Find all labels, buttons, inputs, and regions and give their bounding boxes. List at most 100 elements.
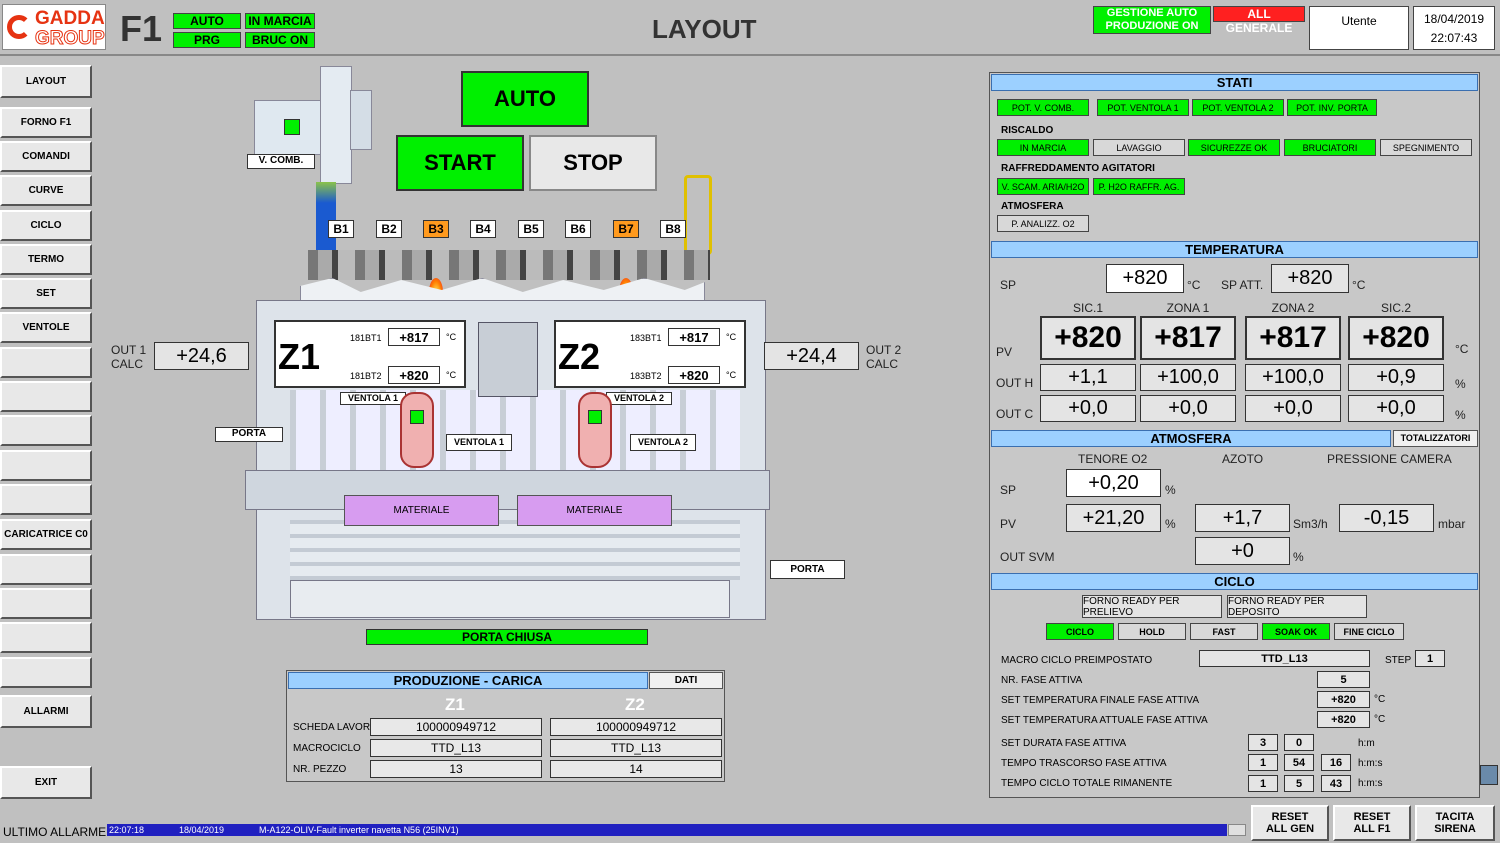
ventola1-tag: VENTOLA 1 bbox=[446, 434, 512, 451]
ciclo-tr-s: 16 bbox=[1321, 754, 1351, 771]
ciclo-tab-hold[interactable]: HOLD bbox=[1118, 623, 1186, 640]
atm-sp-label: SP bbox=[1000, 483, 1017, 497]
porta-right-button[interactable]: PORTA bbox=[770, 560, 845, 579]
gas-valve-graphic bbox=[684, 175, 712, 255]
raffr-item-1: P. H2O RAFFR. AG. bbox=[1093, 178, 1185, 195]
prod-row-label: SCHEDA LAVORO bbox=[293, 722, 378, 733]
user-field[interactable]: Utente bbox=[1309, 6, 1409, 50]
riscaldo-item-3: BRUCIATORI bbox=[1284, 139, 1376, 156]
ciclo-setatt-value: +820 bbox=[1317, 711, 1370, 728]
sidebar-item-empty-14[interactable] bbox=[0, 554, 92, 585]
atm-sp-o2[interactable]: +0,20 bbox=[1066, 469, 1161, 497]
datetime-box: 18/04/2019 22:07:43 bbox=[1413, 6, 1495, 50]
sidebar-item-empty-9[interactable] bbox=[0, 381, 92, 412]
sidebar-item-allarmi[interactable]: ALLARMI bbox=[0, 695, 92, 728]
totalizzatori-button[interactable]: TOTALIZZATORI bbox=[1393, 430, 1478, 447]
ciclo-tab-soak-ok[interactable]: SOAK OK bbox=[1262, 623, 1330, 640]
status-in-marcia: IN MARCIA bbox=[245, 13, 315, 29]
ciclo-label-setfin: SET TEMPERATURA FINALE FASE ATTIVA bbox=[1001, 695, 1200, 706]
sidebar-item-curve[interactable]: CURVE bbox=[0, 175, 92, 206]
zone1-t1-unit: °C bbox=[446, 332, 457, 342]
forno-ready-deposito: FORNO READY PER DEPOSITO bbox=[1227, 595, 1367, 618]
tacita-sirena-button[interactable]: TACITA SIRENA bbox=[1415, 805, 1495, 841]
stop-button[interactable]: STOP bbox=[529, 135, 657, 191]
temp-col-2: ZONA 2 bbox=[1271, 301, 1315, 315]
temp-sp-value[interactable]: +820 bbox=[1106, 264, 1184, 293]
ciclo-tab-fast[interactable]: FAST bbox=[1190, 623, 1258, 640]
burner-b4[interactable]: B4 bbox=[470, 220, 496, 238]
scroll-handle-icon[interactable] bbox=[1480, 765, 1498, 785]
ciclo-label-rim: TEMPO CICLO TOTALE RIMANENTE bbox=[1001, 778, 1173, 789]
zone2-t1-unit: °C bbox=[726, 332, 737, 342]
burner-b3[interactable]: B3 bbox=[423, 220, 449, 238]
auto-button[interactable]: AUTO bbox=[461, 71, 589, 127]
zone1-t2-label: 181BT2 bbox=[350, 371, 382, 381]
zone1-t1-label: 181BT1 bbox=[350, 333, 382, 343]
sidebar-item-termo[interactable]: TERMO bbox=[0, 244, 92, 275]
burner-b7[interactable]: B7 bbox=[613, 220, 639, 238]
time-text: 22:07:43 bbox=[1430, 31, 1478, 45]
atm-pv-azoto: +1,7 bbox=[1195, 504, 1290, 532]
atm-sp-pct: % bbox=[1165, 483, 1176, 497]
reset-all-f1-button[interactable]: RESET ALL F1 bbox=[1333, 805, 1411, 841]
prod-row-label: MACROCICLO bbox=[293, 743, 361, 754]
sidebar-item-empty-12[interactable] bbox=[0, 484, 92, 515]
logo-text-bottom: GROUP bbox=[35, 28, 106, 50]
produzione-title: PRODUZIONE - CARICA bbox=[288, 672, 648, 689]
ventola1-graphic[interactable] bbox=[400, 392, 434, 468]
burner-b2[interactable]: B2 bbox=[376, 220, 402, 238]
atmosfera-title: ATMOSFERA bbox=[991, 430, 1391, 447]
stati-title: STATI bbox=[991, 74, 1478, 91]
dati-button[interactable]: DATI bbox=[649, 672, 723, 689]
atm-col-azoto: AZOTO bbox=[1222, 452, 1264, 466]
ciclo-setfin-unit: °C bbox=[1374, 694, 1386, 705]
sidebar-item-exit[interactable]: EXIT bbox=[0, 766, 92, 799]
alarm-bar[interactable]: 22:07:18 18/04/2019 M-A122-OLIV-Fault in… bbox=[107, 824, 1227, 836]
temp-col-3: SIC.2 bbox=[1380, 301, 1411, 315]
ventola2-graphic[interactable] bbox=[578, 392, 612, 468]
ciclo-label-tr: TEMPO TRASCORSO FASE ATTIVA bbox=[1001, 758, 1167, 769]
ventola1-status-led bbox=[410, 410, 424, 424]
forno-ready-prelievo: FORNO READY PER PRELIEVO bbox=[1082, 595, 1222, 618]
ciclo-setfin-value: +820 bbox=[1317, 691, 1370, 708]
ciclo-label-macro: MACRO CICLO PREIMPOSTATO bbox=[1001, 655, 1153, 666]
burner-b5[interactable]: B5 bbox=[518, 220, 544, 238]
sidebar-item-set[interactable]: SET bbox=[0, 278, 92, 309]
zone1-t1-value: +817 bbox=[388, 328, 440, 346]
burner-b6[interactable]: B6 bbox=[565, 220, 591, 238]
sidebar-item-ventole[interactable]: VENTOLE bbox=[0, 312, 92, 343]
sidebar-item-forno-f1[interactable]: FORNO F1 bbox=[0, 107, 92, 138]
out1-label: OUT 1 CALC bbox=[111, 343, 146, 371]
prod-z1-header: Z1 bbox=[445, 695, 465, 714]
out1-value: +24,6 bbox=[154, 342, 249, 370]
ciclo-dur-h: 3 bbox=[1248, 734, 1278, 751]
ciclo-title: CICLO bbox=[991, 573, 1478, 590]
start-button[interactable]: START bbox=[396, 135, 524, 191]
temperatura-title: TEMPERATURA bbox=[991, 241, 1478, 258]
atm-col-o2: TENORE O2 bbox=[1078, 452, 1148, 466]
sidebar-item-empty-8[interactable] bbox=[0, 347, 92, 378]
sidebar-item-empty-17[interactable] bbox=[0, 657, 92, 688]
prod-row-z2: 14 bbox=[550, 760, 722, 778]
porta-left-button[interactable]: PORTA bbox=[215, 427, 283, 442]
ciclo-tr-unit: h:m:s bbox=[1358, 758, 1383, 769]
sidebar-item-empty-11[interactable] bbox=[0, 450, 92, 481]
sidebar-item-empty-16[interactable] bbox=[0, 622, 92, 653]
sidebar-item-ciclo[interactable]: CICLO bbox=[0, 210, 92, 241]
ciclo-tab-ciclo[interactable]: CICLO bbox=[1046, 623, 1114, 640]
reset-all-gen-button[interactable]: RESET ALL GEN bbox=[1251, 805, 1329, 841]
zone1-panel: Z1 181BT1 +817 °C 181BT2 +820 °C bbox=[274, 320, 466, 388]
gestione-auto-text: GESTIONE AUTO bbox=[1106, 7, 1198, 19]
sidebar-item-caricatrice-c0[interactable]: CARICATRICE C0 bbox=[0, 519, 92, 550]
sidebar-item-comandi[interactable]: COMANDI bbox=[0, 141, 92, 172]
sidebar-item-empty-10[interactable] bbox=[0, 415, 92, 446]
out1-label-text: OUT 1 bbox=[111, 343, 147, 357]
sidebar-item-layout[interactable]: LAYOUT bbox=[0, 65, 92, 98]
sidebar-item-empty-15[interactable] bbox=[0, 588, 92, 619]
logo: GADDA GROUP bbox=[2, 4, 106, 50]
ciclo-tab-fine-ciclo[interactable]: FINE CICLO bbox=[1334, 623, 1404, 640]
ciclo-dur-unit: h:m bbox=[1358, 738, 1375, 749]
burner-b1[interactable]: B1 bbox=[328, 220, 354, 238]
burner-b8[interactable]: B8 bbox=[660, 220, 686, 238]
ciclo-tr-h: 1 bbox=[1248, 754, 1278, 771]
